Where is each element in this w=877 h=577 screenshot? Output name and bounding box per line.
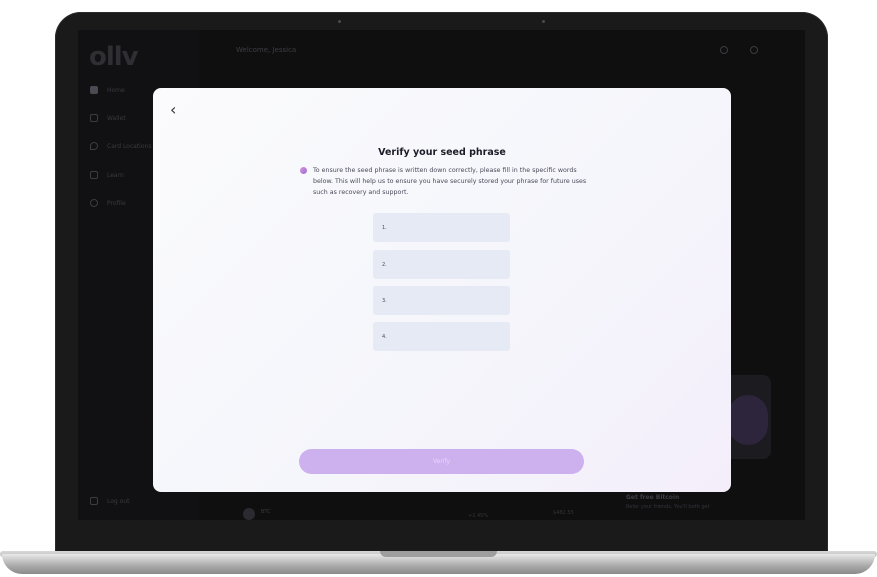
logout-button[interactable]: Log out	[90, 497, 129, 505]
laptop-base	[2, 554, 875, 574]
seed-word-field-3[interactable]: 3.	[373, 286, 510, 315]
promo-title: Get free Bitcoin	[626, 494, 680, 501]
field-label: 1.	[382, 224, 387, 231]
book-icon	[90, 171, 98, 179]
sidebar-item-label: Home	[107, 86, 125, 94]
logout-icon	[90, 497, 98, 505]
field-label: 4.	[382, 333, 387, 340]
sidebar-item-label: Wallet	[107, 114, 126, 122]
grid-icon	[90, 86, 98, 94]
info-dot-icon	[300, 167, 307, 174]
info-text: To ensure the seed phrase is written dow…	[313, 167, 587, 196]
coin-change: +2.45%	[468, 513, 489, 519]
sidebar-item-label: Profile	[107, 199, 126, 207]
seed-word-field-4[interactable]: 4.	[373, 322, 510, 351]
sidebar-item-label: Card Locations	[107, 142, 152, 150]
verify-label: Verify	[432, 458, 451, 465]
stage: ollv Home Wallet Card Locations Learn Pr…	[0, 0, 877, 577]
sidebar-item-wallet[interactable]: Wallet	[90, 114, 126, 122]
location-pin-icon	[90, 142, 98, 150]
welcome-text: Welcome, Jessica	[236, 46, 297, 54]
search-icon[interactable]	[720, 46, 728, 54]
modal-title: Verify your seed phrase	[378, 147, 506, 158]
sidebar-item-profile[interactable]: Profile	[90, 199, 126, 207]
camera-dot	[542, 20, 545, 23]
verify-button[interactable]: Verify	[299, 449, 584, 474]
coin-symbol: BTC	[261, 509, 271, 515]
field-label: 3.	[382, 297, 387, 304]
promo-illustration	[728, 395, 768, 445]
verify-seed-modal: ‹ Verify your seed phrase To ensure the …	[153, 88, 731, 492]
back-chevron-icon[interactable]: ‹	[170, 102, 176, 118]
user-icon[interactable]	[750, 46, 758, 54]
screen: ollv Home Wallet Card Locations Learn Pr…	[78, 30, 805, 520]
field-label: 2.	[382, 261, 387, 268]
logo: ollv	[89, 42, 139, 72]
promo-text: Refer your friends. You'll both get	[626, 504, 710, 510]
sidebar-item-card-locations[interactable]: Card Locations	[90, 142, 151, 150]
coin-value: $482.55	[553, 510, 574, 516]
seed-word-field-2[interactable]: 2.	[373, 250, 510, 279]
wallet-icon	[90, 114, 98, 122]
user-icon	[90, 199, 98, 207]
sidebar-item-label: Learn	[107, 171, 124, 179]
camera-dot	[338, 20, 341, 23]
laptop-notch	[380, 551, 497, 557]
logout-label: Log out	[107, 497, 130, 505]
coin-avatar	[243, 508, 255, 520]
sidebar-item-home[interactable]: Home	[90, 86, 125, 94]
sidebar-item-learn[interactable]: Learn	[90, 171, 124, 179]
seed-word-field-1[interactable]: 1.	[373, 213, 510, 242]
info-message: To ensure the seed phrase is written dow…	[300, 165, 590, 198]
